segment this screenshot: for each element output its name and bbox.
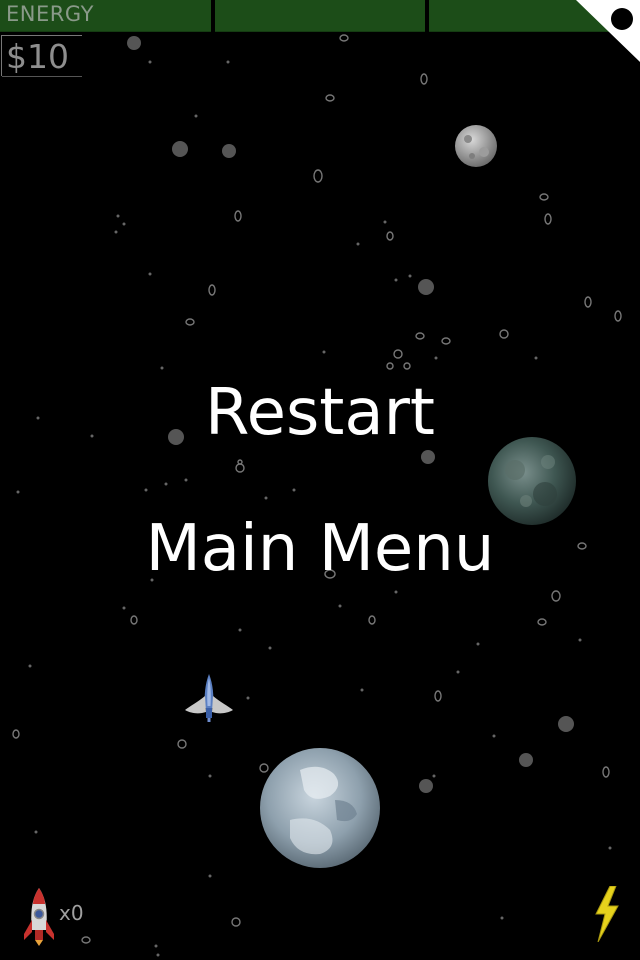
money-display: $10 — [1, 35, 82, 77]
energy-label: ENERGY — [6, 2, 94, 26]
main-menu-button[interactable]: Main Menu — [0, 512, 640, 586]
spaceship-icon — [185, 674, 233, 722]
small-moon-icon — [455, 125, 497, 167]
starfield-background — [12, 34, 622, 957]
pause-dot-icon[interactable] — [560, 0, 640, 80]
energy-bar: ENERGY — [0, 0, 640, 32]
energy-segment — [215, 0, 425, 32]
money-label: $10 — [6, 37, 69, 76]
game-stage: ENERGY $10 Restart Main Menu x0 — [0, 0, 640, 960]
lightning-bolt-icon[interactable] — [592, 886, 622, 942]
rocket-count: x0 — [59, 901, 84, 925]
rocket-icon — [24, 888, 54, 946]
restart-button[interactable]: Restart — [0, 376, 640, 450]
blue-planet-icon — [260, 748, 380, 868]
